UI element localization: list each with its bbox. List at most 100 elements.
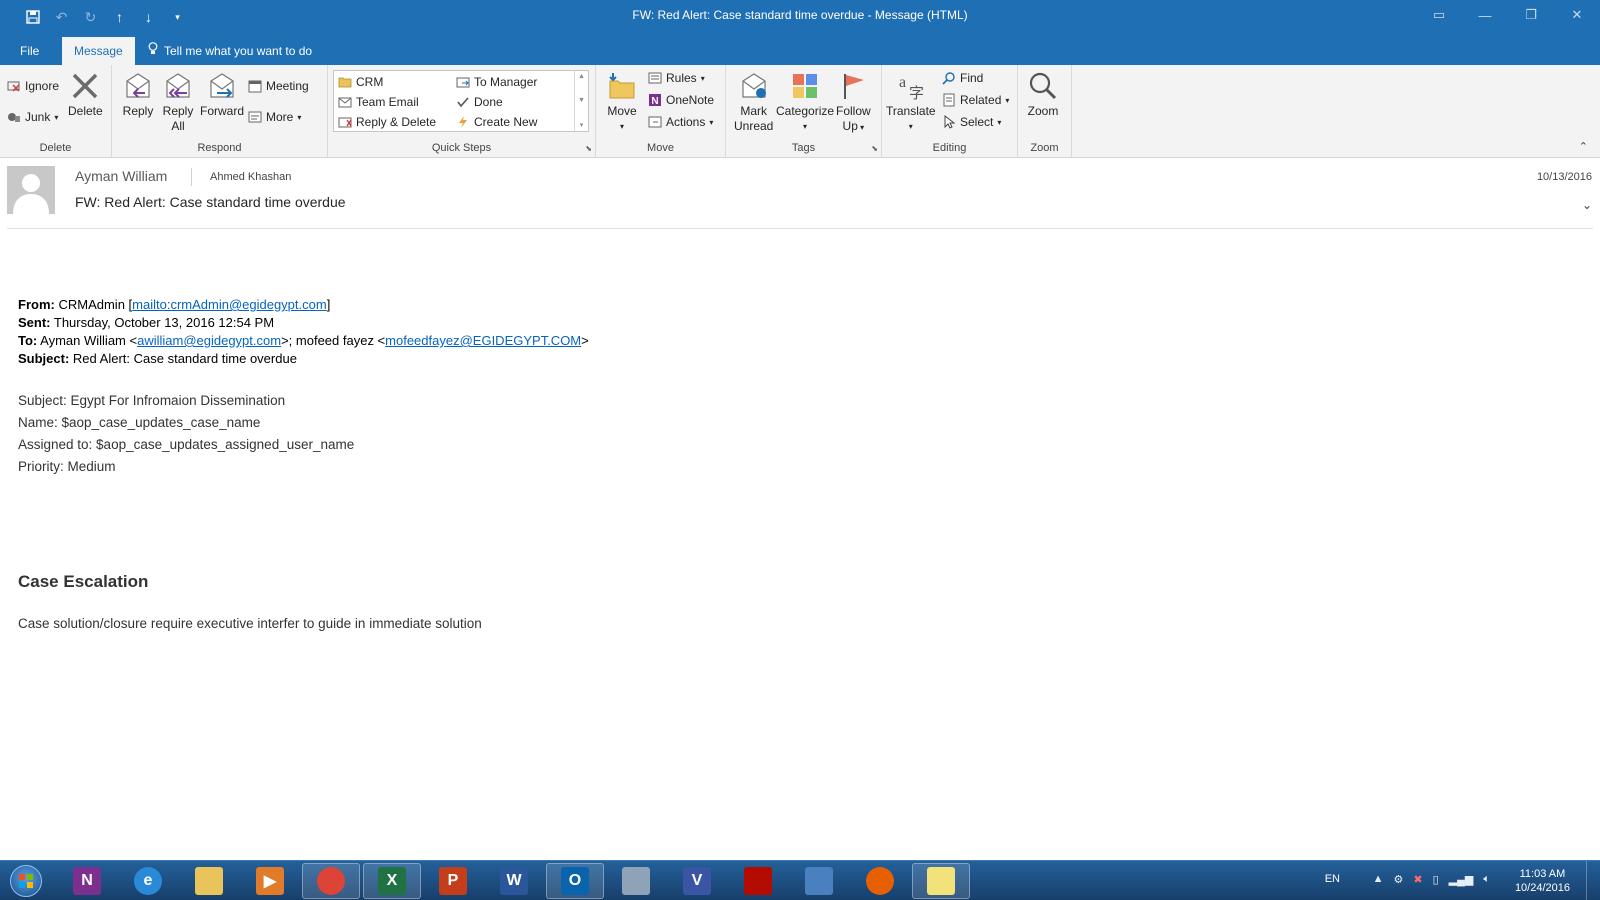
show-desktop-button[interactable] — [1586, 861, 1600, 900]
internet-explorer-icon: e — [134, 867, 162, 895]
taskbar-app-remote-desktop[interactable] — [790, 863, 848, 899]
select-button[interactable]: Select ▾ — [942, 115, 1001, 129]
categorize-button[interactable]: Categorize ▾ — [776, 70, 834, 134]
chevron-down-icon: ▾ — [619, 122, 624, 131]
actions-icon — [648, 115, 662, 129]
to-email-link-1[interactable]: awilliam@egidegypt.com — [137, 333, 281, 348]
taskbar-app-onenote[interactable]: N — [58, 863, 116, 899]
scroll-up-icon[interactable]: ▲ — [578, 73, 585, 80]
dialog-launcher-icon[interactable]: ⬊ — [871, 144, 878, 153]
scroll-down-icon[interactable]: ▼ — [578, 97, 585, 104]
power-icon[interactable]: ▯ — [1433, 873, 1439, 886]
more-respond-button[interactable]: More ▾ — [248, 110, 301, 124]
meeting-button[interactable]: Meeting — [248, 79, 309, 93]
chevron-down-icon: ▾ — [709, 117, 714, 127]
quick-step-crm[interactable]: CRM — [338, 75, 383, 89]
mark-unread-button[interactable]: Mark Unread — [734, 70, 773, 134]
find-button[interactable]: Find — [942, 71, 983, 85]
recipient-name[interactable]: Ahmed Khashan — [210, 171, 291, 183]
taskbar-app-calculator[interactable] — [607, 863, 665, 899]
language-indicator[interactable]: EN — [1325, 873, 1340, 885]
window-controls: ▭ — ❐ ✕ — [1416, 0, 1600, 30]
taskbar-app-outlook[interactable]: O — [546, 863, 604, 899]
taskbar-app-powerpoint[interactable]: P — [424, 863, 482, 899]
message-header: Ayman William Ahmed Khashan FW: Red Aler… — [0, 158, 1600, 228]
taskbar-app-chrome[interactable] — [302, 863, 360, 899]
reply-all-button[interactable]: Reply All — [162, 70, 194, 134]
tab-file[interactable]: File — [8, 37, 51, 65]
taskbar-app-visio[interactable]: V — [668, 863, 726, 899]
delete-x-icon — [69, 70, 101, 102]
quick-step-create-new[interactable]: Create New — [456, 115, 537, 129]
minimize-button[interactable]: — — [1462, 0, 1508, 30]
subject-line: Subject: Red Alert: Case standard time o… — [18, 351, 297, 366]
editing-group-label: Editing — [932, 142, 967, 154]
cursor-icon — [942, 115, 956, 129]
taskbar-app-internet-explorer[interactable]: e — [119, 863, 177, 899]
tab-message[interactable]: Message — [62, 37, 135, 65]
ribbon-tabs: File Message Tell me what you want to do — [0, 33, 1600, 65]
volume-icon[interactable]: 🔈︎ — [1483, 873, 1490, 886]
quick-step-team-email[interactable]: Team Email — [338, 95, 419, 109]
taskbar-app-excel[interactable]: X — [363, 863, 421, 899]
junk-button[interactable]: Junk ▾ — [7, 110, 58, 124]
chevron-down-icon: ▾ — [54, 112, 59, 122]
chevron-down-icon[interactable]: ⌄ — [1582, 198, 1592, 212]
email-icon — [338, 95, 352, 109]
delete-button[interactable]: Delete — [68, 70, 103, 119]
file-explorer-icon — [195, 867, 223, 895]
taskbar-app-acrobat[interactable] — [729, 863, 787, 899]
expand-gallery-icon[interactable]: ▾ — [580, 121, 584, 129]
to-email-link-2[interactable]: mofeedfayez@EGIDEGYPT.COM — [385, 333, 581, 348]
search-icon — [942, 71, 956, 85]
taskbar-app-firefox[interactable] — [851, 863, 909, 899]
quick-step-to-manager[interactable]: To Manager — [456, 75, 537, 89]
signal-icon[interactable]: ▂▄▆ — [1449, 873, 1474, 886]
delete-group: Ignore Junk ▾ Delete Delete — [0, 65, 112, 158]
collapse-ribbon-icon[interactable]: ⌃ — [1579, 140, 1588, 153]
dialog-launcher-icon[interactable]: ⬊ — [585, 144, 592, 153]
taskbar-app-file-explorer[interactable] — [180, 863, 238, 899]
quick-steps-scrollbar[interactable]: ▲ ▼ ▾ — [574, 71, 588, 131]
tell-me-search[interactable]: Tell me what you want to do — [148, 37, 312, 65]
forward-icon — [206, 70, 238, 102]
actions-button[interactable]: Actions ▾ — [648, 115, 713, 129]
person-icon — [7, 166, 55, 214]
ribbon-display-options-icon[interactable]: ▭ — [1416, 0, 1462, 30]
move-folder-icon — [606, 70, 638, 102]
escalation-text: Case solution/closure require executive … — [18, 616, 482, 631]
quick-step-done[interactable]: Done — [456, 95, 503, 109]
related-button[interactable]: Related ▾ — [942, 93, 1009, 107]
from-email-link[interactable]: mailto:crmAdmin@egidegypt.com — [132, 297, 327, 312]
clock-time: 11:03 AM — [1519, 868, 1566, 880]
translate-icon: a字 — [895, 70, 927, 102]
message-subject: FW: Red Alert: Case standard time overdu… — [75, 194, 346, 210]
translate-button[interactable]: a字 Translate ▾ — [886, 70, 936, 134]
zoom-button[interactable]: Zoom — [1027, 70, 1059, 119]
flag-alert-icon[interactable]: ✖ — [1413, 873, 1422, 886]
taskbar-app-word[interactable]: W — [485, 863, 543, 899]
reply-button[interactable]: Reply — [122, 70, 154, 119]
sent-line: Sent: Thursday, October 13, 2016 12:54 P… — [18, 315, 275, 330]
onenote-icon: N — [648, 93, 662, 107]
firefox-icon — [866, 867, 894, 895]
ignore-button[interactable]: Ignore — [7, 79, 59, 93]
move-button[interactable]: Move ▾ — [606, 70, 638, 134]
follow-up-button[interactable]: Follow Up ▾ — [836, 70, 871, 135]
start-button[interactable] — [4, 862, 48, 900]
restore-button[interactable]: ❐ — [1508, 0, 1554, 30]
taskbar-app-media-player[interactable]: ▶ — [241, 863, 299, 899]
close-button[interactable]: ✕ — [1554, 0, 1600, 30]
onenote-button[interactable]: N OneNote — [648, 93, 714, 107]
taskbar-app-sticky-notes[interactable] — [912, 863, 970, 899]
tags-group-label: Tags — [791, 142, 816, 154]
network-share-icon[interactable]: ⚙ — [1394, 873, 1404, 886]
sender-name[interactable]: Ayman William — [75, 168, 167, 184]
clock[interactable]: 11:03 AM 10/24/2016 — [1515, 867, 1570, 895]
forward-button[interactable]: Forward — [200, 70, 244, 119]
chevron-down-icon: ▾ — [997, 117, 1002, 127]
avatar[interactable] — [7, 166, 55, 214]
quick-step-reply-delete[interactable]: Reply & Delete — [338, 115, 436, 129]
show-hidden-icons-icon[interactable]: ▲ — [1373, 873, 1384, 886]
rules-button[interactable]: Rules ▾ — [648, 71, 705, 85]
